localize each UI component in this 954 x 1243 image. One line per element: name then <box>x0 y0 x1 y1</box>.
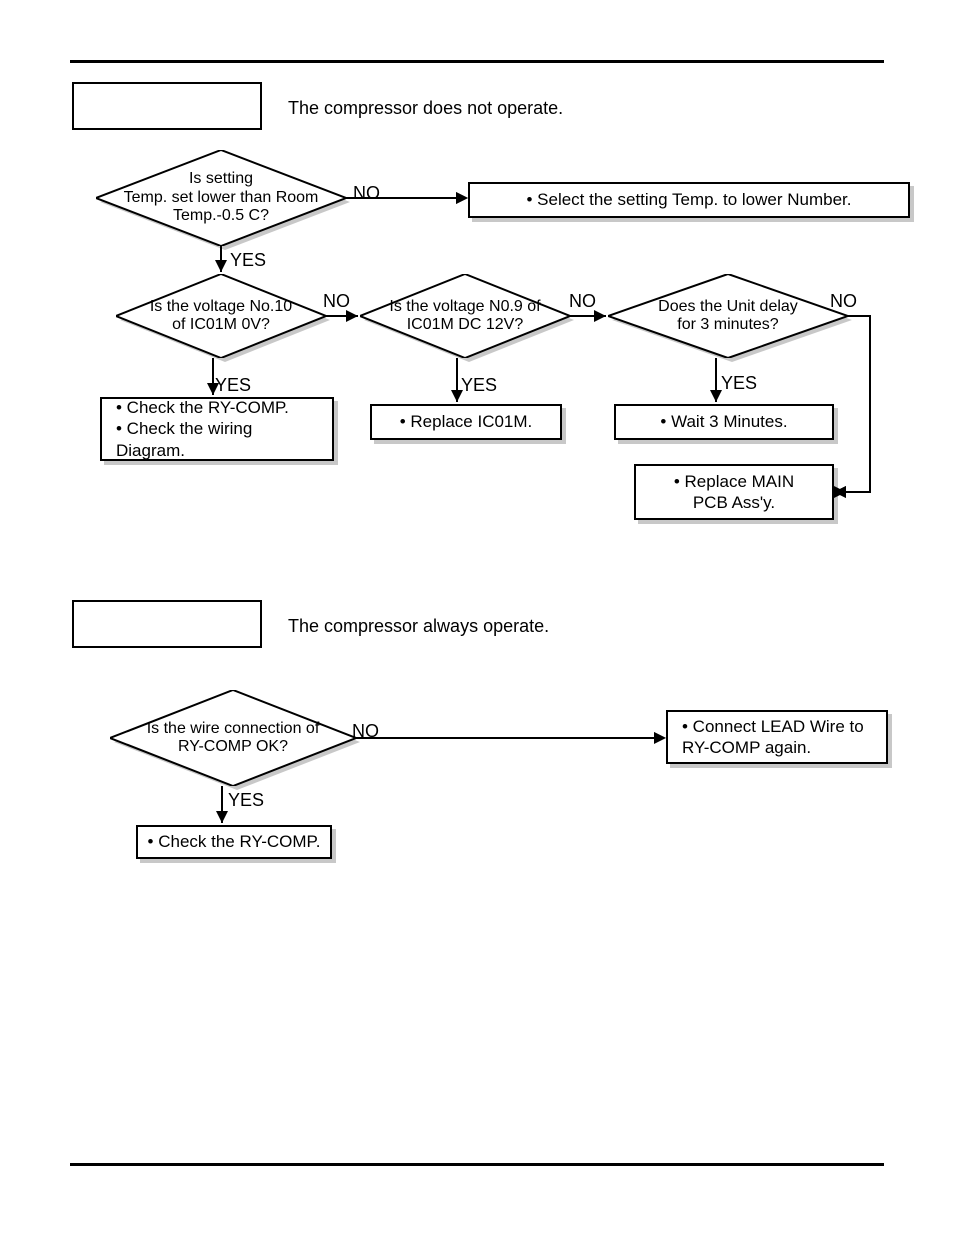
no-label: NO <box>569 291 596 312</box>
yes-label: YES <box>721 373 757 394</box>
action-check-ry-comp-wiring: • Check the RY-COMP. • Check the wiring … <box>100 397 334 461</box>
decision-voltage-no10: Is the voltage No.10 of IC01M 0V? <box>116 274 326 358</box>
action-wait-3-minutes: • Wait 3 Minutes. <box>614 404 834 440</box>
start-box-1 <box>72 82 262 130</box>
symptom-2: The compressor always operate. <box>288 616 549 637</box>
decision-delay-3min: Does the Unit delay for 3 minutes? <box>608 274 848 358</box>
decision-text: Is the voltage N0.9 of IC01M DC 12V? <box>360 274 570 358</box>
no-label: NO <box>352 721 379 742</box>
decision-wire-connection: Is the wire connection of RY-COMP OK? <box>110 690 356 786</box>
bottom-rule <box>70 1163 884 1166</box>
symptom-1: The compressor does not operate. <box>288 98 563 119</box>
decision-text: Is the wire connection of RY-COMP OK? <box>110 690 356 786</box>
action-check-ry-comp: • Check the RY-COMP. <box>136 825 332 859</box>
top-rule <box>70 60 884 63</box>
yes-label: YES <box>228 790 264 811</box>
no-label: NO <box>353 183 380 204</box>
decision-voltage-no9: Is the voltage N0.9 of IC01M DC 12V? <box>360 274 570 358</box>
no-label: NO <box>323 291 350 312</box>
decision-text: Is the voltage No.10 of IC01M 0V? <box>116 274 326 358</box>
decision-temp-set: Is setting Temp. set lower than Room Tem… <box>96 150 346 246</box>
action-replace-main-pcb: • Replace MAIN PCB Ass'y. <box>634 464 834 520</box>
yes-label: YES <box>461 375 497 396</box>
decision-text: Is setting Temp. set lower than Room Tem… <box>96 150 346 246</box>
yes-label: YES <box>215 375 251 396</box>
action-connect-lead-wire: • Connect LEAD Wire to RY-COMP again. <box>666 710 888 764</box>
decision-text: Does the Unit delay for 3 minutes? <box>608 274 848 358</box>
action-replace-ic01m: • Replace IC01M. <box>370 404 562 440</box>
yes-label: YES <box>230 250 266 271</box>
action-select-temp: • Select the setting Temp. to lower Numb… <box>468 182 910 218</box>
start-box-2 <box>72 600 262 648</box>
no-label: NO <box>830 291 857 312</box>
